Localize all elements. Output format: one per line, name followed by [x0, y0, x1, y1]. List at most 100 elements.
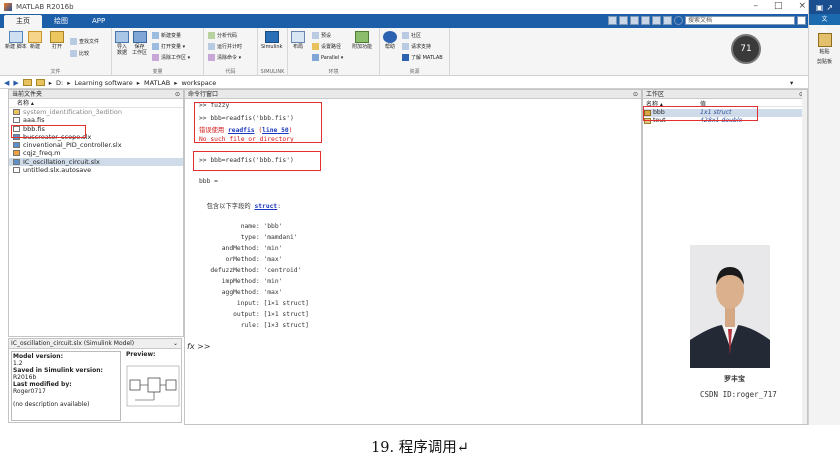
find-files-button[interactable]: 查找文件 [70, 38, 99, 45]
community-icon [402, 32, 409, 39]
name-stamp: 罗丰宝 [724, 375, 745, 383]
share-icon[interactable]: ↗ [826, 3, 833, 12]
watermark-text: CSDN ID:roger_717 [700, 390, 777, 399]
minimize-icon[interactable]: – [753, 1, 758, 11]
ribbon-group-label: 变量 [152, 69, 163, 75]
compare-button[interactable]: 比较 [70, 50, 89, 57]
command-line: aggMethod: 'max' [199, 289, 283, 296]
new-variable-button[interactable]: 新建变量 [152, 32, 181, 39]
clear-commands-button[interactable]: 清除命令 ▾ [208, 54, 241, 61]
addons-icon [355, 31, 369, 43]
clipboard-label: 剪贴板 [816, 59, 832, 65]
path-separator: ▸ [136, 78, 140, 87]
file-list: system_identification_3edition aaa.fis bbb… [9, 108, 183, 174]
help-icon[interactable] [674, 16, 683, 25]
title-bar: MATLAB R2016b – □ × [0, 0, 808, 14]
open-variable-button[interactable]: 打开变量 ▾ [152, 43, 185, 50]
back-arrow-icon[interactable]: ◀ [4, 79, 9, 87]
path-dropdown-icon[interactable]: ▾ [790, 79, 793, 87]
command-line: type: 'mamdani' [199, 234, 298, 241]
chevron-down-icon[interactable]: ⌄ [173, 339, 178, 349]
panel-menu-icon[interactable]: ⊙ [633, 90, 638, 99]
close-icon[interactable]: × [798, 1, 806, 11]
error-link[interactable]: struct [254, 203, 277, 210]
paste-label: 粘贴 [819, 49, 830, 55]
redo-icon[interactable] [663, 16, 672, 25]
parallel-button[interactable]: Parallel ▾ [312, 54, 343, 61]
set-path-button[interactable]: 设置路径 [312, 43, 341, 50]
ribbon-tabs: 主页 绘图 APP 搜索文档 [0, 14, 808, 28]
up-folder-icon[interactable] [35, 79, 45, 86]
save-workspace-icon [132, 31, 147, 43]
path-separator: ▸ [67, 78, 71, 87]
addons-button[interactable]: 附加功能 [352, 31, 372, 50]
ribbon-group-file: 新建 脚本 新建 打开 查找文件 比较 文件 [0, 28, 112, 76]
help-button[interactable]: 帮助 [383, 31, 397, 50]
file-list-item[interactable]: IC_oscillation_circuit.slx [9, 157, 183, 167]
address-bar: ◀ ▶ ▸ D: ▸ Learning software ▸ MATLAB ▸ … [0, 77, 808, 89]
ribbon-group-variable: 导入 数据 保存 工作区 新建变量 打开变量 ▾ 清除工作区 ▾ 变量 [112, 28, 204, 76]
new-script-button[interactable]: 新建 脚本 [5, 31, 27, 50]
copy-icon[interactable] [630, 16, 639, 25]
file-icon [13, 117, 20, 124]
command-prompt[interactable]: fx >> [187, 342, 211, 351]
highlight-box-command [193, 151, 321, 171]
save-icon[interactable] [608, 16, 617, 25]
right-toolbar: ▣ ↗ 文档 粘贴 剪贴板 [808, 0, 840, 425]
panel-menu-icon[interactable]: ⊙ [175, 90, 180, 99]
parallel-icon [312, 54, 319, 61]
ribbon-group-resources: 帮助 社区 请求支持 了解 MATLAB 资源 [380, 28, 450, 76]
path-segment-drive[interactable]: D: [56, 79, 63, 87]
quick-access-toolbar: 搜索文档 [608, 16, 806, 25]
m-icon [13, 150, 20, 157]
path-segment-learning[interactable]: Learning software [75, 79, 133, 87]
analyze-code-button[interactable]: 分析代码 [208, 32, 237, 39]
ribbon-group-environment: 布局 预设 设置路径 Parallel ▾ 附加功能 环境 [288, 28, 380, 76]
file-list-item[interactable]: untitled.slx.autosave [9, 166, 183, 174]
new-button[interactable]: 新建 [28, 31, 42, 50]
learn-matlab-button[interactable]: 了解 MATLAB [402, 54, 443, 61]
folder-icon [13, 109, 20, 115]
paste-icon[interactable] [641, 16, 650, 25]
command-window-header: 命令行窗口 ⊙ [185, 90, 641, 99]
save-icon[interactable]: ▣ [816, 3, 824, 12]
undo-icon[interactable] [652, 16, 661, 25]
layout-button[interactable]: 布局 [291, 31, 305, 50]
maximize-icon[interactable]: □ [774, 1, 783, 11]
command-line: name: 'bbb' [199, 223, 283, 230]
cut-icon[interactable] [619, 16, 628, 25]
preferences-button[interactable]: 预设 [312, 32, 331, 39]
tab-apps[interactable]: APP [80, 15, 117, 28]
save-workspace-button[interactable]: 保存 工作区 [132, 31, 147, 56]
file-list-item[interactable]: system_identification_3edition [9, 108, 183, 116]
import-data-button[interactable]: 导入 数据 [115, 31, 129, 56]
find-files-icon [70, 38, 77, 45]
highlight-box-error [194, 102, 322, 143]
open-button[interactable]: 打开 [50, 31, 64, 50]
command-line: 包含以下字段的 struct: [199, 203, 281, 210]
search-input[interactable]: 搜索文档 [685, 16, 795, 25]
simulink-button[interactable]: Simulink [261, 31, 282, 50]
file-list-item[interactable]: cqjz_freq.m [9, 149, 183, 157]
run-and-time-button[interactable]: 运行并计时 [208, 43, 242, 50]
ribbon-group-label: SIMULINK [260, 69, 285, 75]
tab-home[interactable]: 主页 [4, 15, 42, 28]
command-line: output: [1×1 struct] [199, 311, 309, 318]
request-support-button[interactable]: 请求支持 [402, 43, 431, 50]
right-top-bar: ▣ ↗ [809, 0, 840, 14]
analyze-code-icon [208, 32, 215, 39]
tab-plots[interactable]: 绘图 [42, 15, 80, 28]
path-segment-matlab[interactable]: MATLAB [144, 79, 170, 87]
file-list-item[interactable]: cinventional_PID_controller.slx [9, 141, 183, 149]
clear-workspace-button[interactable]: 清除工作区 ▾ [152, 54, 190, 61]
file-list-item[interactable]: aaa.fis [9, 116, 183, 124]
workspace-scrollbar[interactable] [802, 90, 807, 424]
tab-documents[interactable]: 文档 [809, 14, 840, 34]
path-segment-workspace[interactable]: workspace [181, 79, 216, 87]
clear-commands-icon [208, 54, 215, 61]
folder-icon[interactable] [22, 79, 32, 86]
community-button[interactable]: 社区 [402, 32, 421, 39]
search-icon[interactable] [797, 16, 806, 25]
column-header-name[interactable]: 名称 ▴ [9, 99, 183, 108]
forward-arrow-icon[interactable]: ▶ [13, 79, 18, 87]
